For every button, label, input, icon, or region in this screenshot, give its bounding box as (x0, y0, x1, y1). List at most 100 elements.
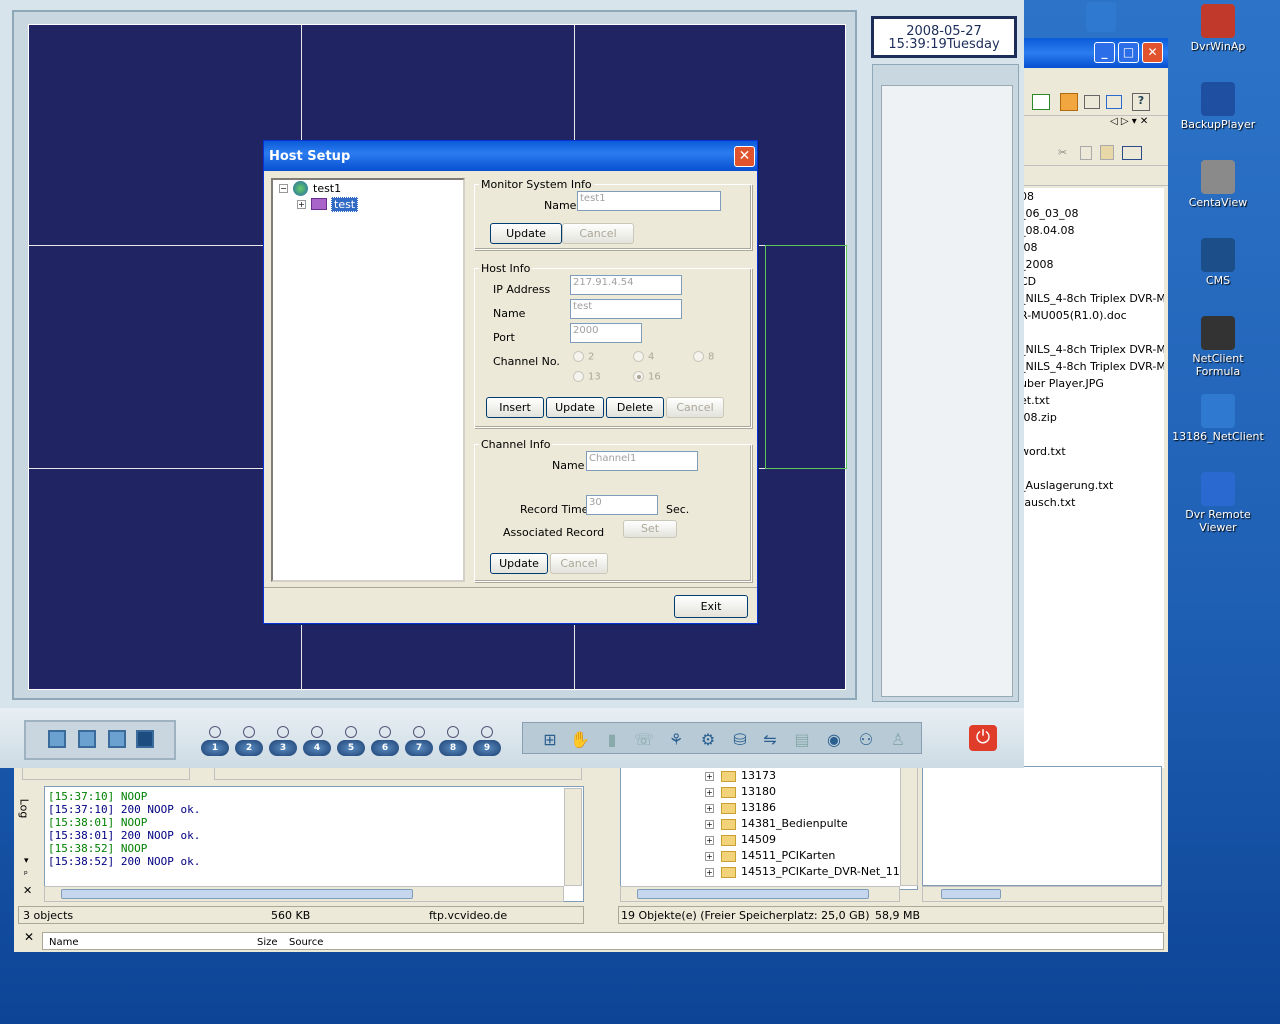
channel-button-3[interactable]: 3 (269, 726, 297, 756)
close-icon[interactable]: ✕ (734, 146, 755, 167)
layout-4-icon[interactable] (78, 730, 96, 748)
list-view-icon[interactable] (1084, 95, 1100, 109)
queue-col-size[interactable]: Size (257, 937, 278, 948)
file-item[interactable]: tausch.txt (1020, 494, 1164, 511)
layout-16-icon[interactable] (136, 730, 154, 748)
file-item[interactable]: et.txt (1020, 392, 1164, 409)
port-field[interactable]: 2000 (570, 323, 642, 343)
monitor-cancel-button[interactable]: Cancel (562, 223, 634, 244)
desktop-icon[interactable]: BackupPlayer (1170, 82, 1266, 131)
host-setup-icon[interactable]: ⊞ (539, 729, 561, 751)
host-update-button[interactable]: Update (546, 397, 604, 418)
tree-folder[interactable]: +13180 (621, 784, 917, 800)
channel-radio-2[interactable]: 2 (573, 351, 594, 363)
maximize-icon[interactable]: □ (1118, 42, 1139, 63)
ip-field[interactable]: 217.91.4.54 (570, 275, 682, 295)
settings-gear-icon[interactable]: ⚙ (697, 729, 719, 751)
channel-button-6[interactable]: 6 (371, 726, 399, 756)
expand-icon[interactable]: + (705, 820, 714, 829)
tree-hscroll[interactable] (620, 886, 900, 902)
selected-channel[interactable] (765, 245, 847, 469)
channel-button-2[interactable]: 2 (235, 726, 263, 756)
channel-button-7[interactable]: 7 (405, 726, 433, 756)
file-item[interactable] (1020, 460, 1164, 477)
tree-root[interactable]: test1 (313, 182, 341, 195)
desktop-icon[interactable]: DvrWinAp (1170, 4, 1266, 53)
file-item[interactable]: R-MU005(R1.0).doc (1020, 307, 1164, 324)
channel-radio-8[interactable]: 8 (693, 351, 714, 363)
host-delete-button[interactable]: Delete (606, 397, 664, 418)
file-item[interactable]: _NILS_4-8ch Triplex DVR-M... (1020, 341, 1164, 358)
expand-icon[interactable]: + (705, 852, 714, 861)
file-item[interactable]: 08 (1020, 188, 1164, 205)
channel-radio-16[interactable]: 16 (633, 371, 661, 383)
dialog-titlebar[interactable]: Host Setup ✕ (264, 141, 757, 171)
channel-button-9[interactable]: 9 (473, 726, 501, 756)
channel-button-5[interactable]: 5 (337, 726, 365, 756)
layout-1-icon[interactable] (48, 730, 66, 748)
file-item[interactable]: _NILS_4-8ch Triplex DVR-M... (1020, 290, 1164, 307)
file-item[interactable]: .08 (1020, 239, 1164, 256)
tree-child[interactable]: test (331, 197, 359, 212)
channel-cancel-button[interactable]: Cancel (550, 553, 608, 574)
host-cancel-button[interactable]: Cancel (666, 397, 724, 418)
queue-col-name[interactable]: Name (49, 937, 79, 948)
close-icon[interactable]: ✕ (1142, 42, 1163, 63)
tree-folder[interactable]: +14509 (621, 832, 917, 848)
tree-folder[interactable]: +13173 (621, 768, 917, 784)
expand-icon[interactable]: + (297, 200, 306, 209)
cut-icon[interactable]: ✂ (1058, 146, 1067, 159)
channel-radio-13[interactable]: 13 (573, 371, 601, 383)
expand-icon[interactable]: + (705, 772, 714, 781)
file-item[interactable]: CD (1020, 273, 1164, 290)
file-item[interactable] (1020, 324, 1164, 341)
file-item[interactable]: _NILS_4-8ch Triplex DVR-M... (1020, 358, 1164, 375)
file-item[interactable]: _08.04.08 (1020, 222, 1164, 239)
close-icon[interactable]: ✕ (23, 884, 32, 897)
tree-vscroll[interactable] (900, 766, 918, 886)
explorer-titlebar[interactable]: _ □ ✕ (1018, 38, 1168, 68)
playback-icon[interactable]: ⛁ (729, 729, 751, 751)
split-view-icon[interactable] (1106, 95, 1122, 109)
expand-icon[interactable]: + (705, 836, 714, 845)
layout-9-icon[interactable] (108, 730, 126, 748)
tree-folder[interactable]: +14513_PCIKarte_DVR-Net_1125 (621, 864, 917, 880)
host-insert-button[interactable]: Insert (486, 397, 544, 418)
log-hscroll[interactable] (44, 886, 564, 902)
chart-icon[interactable] (1032, 94, 1050, 110)
channel-radio-4[interactable]: 4 (633, 351, 654, 363)
backup-icon[interactable]: ▤ (791, 729, 813, 751)
monitor-name-field[interactable]: test1 (577, 191, 721, 211)
file-item[interactable]: _Auslagerung.txt (1020, 477, 1164, 494)
usb-icon[interactable]: ⇋ (759, 729, 781, 751)
exit-button[interactable]: Exit (674, 595, 748, 618)
globe-icon[interactable]: ◉ (823, 729, 845, 751)
tree-folder[interactable]: +14381_Bedienpulte (621, 816, 917, 832)
log-tab[interactable]: Log ▾ ᵖ ✕ (17, 786, 38, 902)
set-button[interactable]: Set (623, 520, 677, 538)
network-icon[interactable] (1086, 2, 1116, 32)
local-scrollbar[interactable] (22, 766, 190, 780)
log-vscroll[interactable] (564, 788, 582, 886)
channel-button-1[interactable]: 1 (201, 726, 229, 756)
channel-button-4[interactable]: 4 (303, 726, 331, 756)
tree-folder[interactable]: +14511_PCIKarten (621, 848, 917, 864)
channel-name-field[interactable]: Channel1 (586, 451, 698, 471)
column-header[interactable] (1018, 170, 1168, 186)
expand-icon[interactable]: + (705, 868, 714, 877)
channel-button-8[interactable]: 8 (439, 726, 467, 756)
desktop-icon[interactable]: 13186_NetClient (1170, 394, 1266, 443)
remote-dir-scrollbar[interactable] (214, 766, 582, 780)
nav-arrows[interactable]: ◁ ▷ ▾ ✕ (1110, 116, 1148, 127)
close-icon[interactable]: ✕ (24, 930, 34, 944)
expand-icon[interactable]: + (705, 788, 714, 797)
file-item[interactable]: _06_03_08 (1020, 205, 1164, 222)
power-icon[interactable]: ⏻ (969, 725, 997, 751)
record-time-field[interactable]: 30 (586, 495, 658, 515)
desktop-icon[interactable]: Dvr Remote Viewer (1170, 472, 1266, 534)
minimize-icon[interactable]: _ (1094, 42, 1115, 63)
tree-folder[interactable]: +13186 (621, 800, 917, 816)
desktop-icon[interactable]: NetClient Formula (1170, 316, 1266, 378)
file-item[interactable]: uber Player.JPG (1020, 375, 1164, 392)
queue-col-source[interactable]: Source (289, 937, 323, 948)
